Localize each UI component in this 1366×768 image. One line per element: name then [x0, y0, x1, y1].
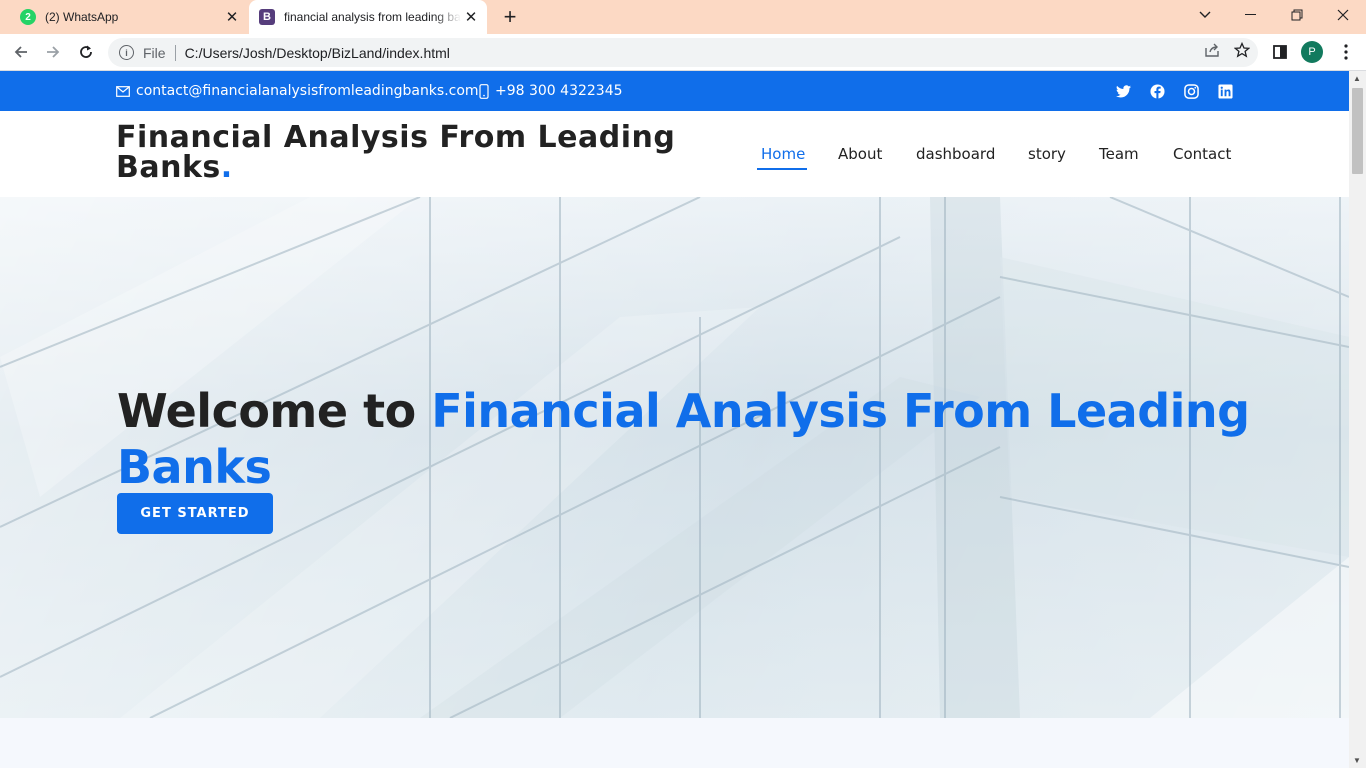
- omnibox-actions: [1204, 41, 1251, 62]
- next-section: [0, 718, 1349, 768]
- nav-contact[interactable]: Contact: [1173, 145, 1231, 163]
- restore-button[interactable]: [1274, 0, 1320, 30]
- minimize-button[interactable]: [1228, 0, 1274, 30]
- contact-email[interactable]: contact@financialanalysisfromleadingbank…: [116, 71, 479, 111]
- hero-title: Welcome to Financial Analysis From Leadi…: [117, 383, 1257, 495]
- linkedin-icon[interactable]: [1216, 82, 1234, 100]
- logo-text: Financial Analysis From Leading Banks: [116, 120, 676, 185]
- whatsapp-icon: 2: [20, 9, 36, 25]
- nav-story[interactable]: story: [1028, 145, 1066, 163]
- contact-topbar: contact@financialanalysisfromleadingbank…: [0, 71, 1349, 111]
- scroll-down-arrow[interactable]: ▼: [1353, 756, 1361, 765]
- scroll-up-arrow[interactable]: ▲: [1353, 74, 1361, 83]
- browser-toolbar: i File C:/Users/Josh/Desktop/BizLand/ind…: [0, 34, 1366, 71]
- url-text[interactable]: C:/Users/Josh/Desktop/BizLand/index.html: [185, 45, 450, 61]
- nav-home[interactable]: Home: [761, 145, 805, 163]
- phone-text: +98 300 4322345: [495, 83, 623, 99]
- forward-button[interactable]: [40, 39, 66, 65]
- nav-dashboard[interactable]: dashboard: [916, 145, 995, 163]
- tab-bizland[interactable]: B financial analysis from leading banks …: [249, 0, 487, 34]
- email-text: contact@financialanalysisfromleadingbank…: [136, 83, 479, 99]
- hero-section: Welcome to Financial Analysis From Leadi…: [0, 197, 1349, 718]
- scroll-thumb[interactable]: [1352, 88, 1363, 174]
- address-bar[interactable]: i File C:/Users/Josh/Desktop/BizLand/ind…: [108, 38, 1258, 67]
- nav-team[interactable]: Team: [1099, 145, 1139, 163]
- close-icon[interactable]: ✕: [222, 7, 242, 27]
- menu-kebab-icon[interactable]: [1334, 40, 1358, 64]
- side-panel-icon[interactable]: [1268, 40, 1292, 64]
- page-scrollbar[interactable]: ▲ ▼: [1349, 71, 1366, 768]
- tab-search-icon[interactable]: [1182, 0, 1228, 30]
- hero-welcome: Welcome to: [117, 384, 416, 438]
- close-icon[interactable]: ✕: [461, 7, 481, 27]
- active-nav-indicator: [757, 168, 807, 170]
- contact-phone[interactable]: +98 300 4322345: [479, 71, 623, 111]
- page-viewport: contact@financialanalysisfromleadingbank…: [0, 71, 1349, 768]
- nav-about[interactable]: About: [838, 145, 882, 163]
- info-icon[interactable]: i: [119, 45, 134, 60]
- back-button[interactable]: [8, 39, 34, 65]
- logo-dot: .: [220, 150, 233, 185]
- bookmark-star-icon[interactable]: [1233, 41, 1251, 62]
- site-header: Financial Analysis From Leading Banks. H…: [0, 111, 1349, 197]
- twitter-icon[interactable]: [1114, 82, 1132, 100]
- tab-whatsapp[interactable]: 2 (2) WhatsApp ✕: [8, 0, 248, 34]
- tab-title: financial analysis from leading banks: [284, 10, 461, 24]
- scheme-label: File: [143, 44, 166, 61]
- divider: [174, 44, 176, 61]
- reload-button[interactable]: [73, 39, 99, 65]
- share-icon[interactable]: [1204, 42, 1220, 62]
- envelope-icon: [116, 85, 130, 97]
- get-started-button[interactable]: GET STARTED: [117, 493, 273, 534]
- instagram-icon[interactable]: [1182, 82, 1200, 100]
- new-tab-button[interactable]: +: [498, 4, 522, 29]
- browser-tab-strip: 2 (2) WhatsApp ✕ B financial analysis fr…: [0, 0, 1366, 34]
- phone-icon: [479, 83, 489, 99]
- profile-avatar[interactable]: P: [1301, 41, 1323, 63]
- site-logo[interactable]: Financial Analysis From Leading Banks.: [116, 123, 676, 183]
- tab-title: (2) WhatsApp: [45, 10, 119, 24]
- bootstrap-icon: B: [259, 9, 275, 25]
- close-window-button[interactable]: [1320, 0, 1366, 30]
- facebook-icon[interactable]: [1148, 82, 1166, 100]
